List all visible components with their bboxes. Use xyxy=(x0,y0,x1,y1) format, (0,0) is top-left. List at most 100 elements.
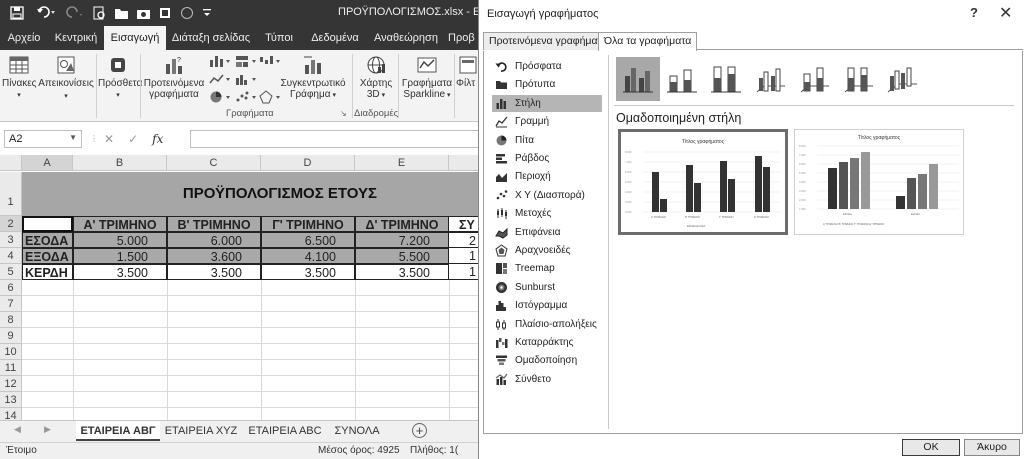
column-header-f[interactable] xyxy=(449,155,478,171)
addins-button[interactable]: Πρόσθετα ▾ xyxy=(98,54,142,101)
scatter-chart-icon[interactable] xyxy=(234,90,258,104)
line-chart-icon[interactable] xyxy=(208,72,232,86)
value-cell[interactable]: 3.500 xyxy=(261,264,355,280)
3d-stacked-column-subtype[interactable] xyxy=(792,57,836,101)
scroll-left-icon[interactable]: ◀ xyxy=(14,424,21,435)
row-header[interactable]: 3 xyxy=(0,232,22,248)
column-header-a[interactable]: A xyxy=(22,155,73,171)
select-all-corner[interactable] xyxy=(0,155,22,171)
recommended-charts-button[interactable]: ? Προτεινόμενα γραφήματα xyxy=(142,54,206,100)
charts-dialog-launcher[interactable]: ↘ xyxy=(340,109,347,118)
selected-cell-a2[interactable] xyxy=(22,216,73,232)
value-cell[interactable]: 1.500 xyxy=(73,248,167,264)
pivotchart-button[interactable]: Συγκεντρωτικό Γράφημα ▾ xyxy=(280,54,346,101)
row-header[interactable]: 14 xyxy=(0,408,22,420)
chart-category-item[interactable]: Χ Υ (Διασπορά) xyxy=(492,187,602,204)
sheet-tab-totals[interactable]: ΣΥΝΟΛΑ xyxy=(328,421,386,441)
value-cell[interactable]: 1 xyxy=(449,248,478,264)
chart-category-item[interactable]: Sunburst xyxy=(492,279,602,296)
row-label-cell[interactable]: ΕΞΟΔΑ xyxy=(22,248,73,264)
row-header[interactable]: 6 xyxy=(0,280,22,296)
row-header[interactable]: 2 xyxy=(0,216,22,232)
chart-category-item[interactable]: Πρότυπα xyxy=(492,76,602,93)
value-cell[interactable]: 6.000 xyxy=(167,232,261,248)
3d-stacked-100-column-subtype[interactable] xyxy=(836,57,880,101)
value-cell[interactable]: 3.500 xyxy=(73,264,167,280)
radar-chart-icon[interactable] xyxy=(258,90,282,104)
clustered-column-subtype[interactable] xyxy=(616,57,660,101)
value-cell[interactable]: 7.200 xyxy=(355,232,449,248)
value-cell[interactable]: 3.600 xyxy=(167,248,261,264)
chart-category-item[interactable]: Μετοχές xyxy=(492,205,602,222)
value-cell[interactable]: 5.000 xyxy=(73,232,167,248)
pie-chart-icon[interactable] xyxy=(208,90,232,104)
stacked-column-subtype[interactable] xyxy=(660,57,704,101)
waterfall-chart-icon[interactable] xyxy=(258,54,282,68)
value-cell[interactable]: 1 xyxy=(449,264,478,280)
tab-formulas[interactable]: Τύποι xyxy=(256,26,302,50)
sheet-tab-abc[interactable]: ΕΤΑΙΡΕΙΑ ΑΒC xyxy=(244,421,326,441)
confirm-icon[interactable]: ✓ xyxy=(128,132,138,146)
close-icon[interactable]: ✕ xyxy=(999,3,1012,23)
column-header-d[interactable]: D xyxy=(261,155,355,171)
chart-category-item[interactable]: Πρόσφατα xyxy=(492,58,602,75)
sheet-title-cell[interactable]: ΠΡΟΫΠΟΛΟΓΙΣΜΟΣ ΕΤΟΥΣ xyxy=(22,172,478,216)
row-header[interactable]: 10 xyxy=(0,344,22,360)
customize-qat-icon[interactable] xyxy=(200,4,214,22)
chart-category-item[interactable]: Ράβδος xyxy=(492,150,602,167)
tab-home[interactable]: Κεντρική xyxy=(48,26,104,50)
chart-category-item[interactable]: Πλαίσιο-απολήξεις xyxy=(492,316,602,333)
column-header-c[interactable]: C xyxy=(167,155,261,171)
scroll-right-icon[interactable]: ▶ xyxy=(44,424,51,435)
3d-column-subtype[interactable] xyxy=(880,57,924,101)
row-header[interactable]: 4 xyxy=(0,248,22,264)
row-header[interactable]: 1 xyxy=(0,172,22,216)
sparklines-button[interactable]: Γραφήματα Sparkline ▾ xyxy=(400,54,454,101)
statistic-chart-icon[interactable] xyxy=(234,72,258,86)
tables-button[interactable]: Πίνακες ▾ xyxy=(2,54,37,101)
chart-category-item[interactable]: Περιοχή xyxy=(492,168,602,185)
tab-review[interactable]: Αναθεώρηση xyxy=(368,26,444,50)
row-header[interactable]: 11 xyxy=(0,360,22,376)
value-cell[interactable]: 4.100 xyxy=(261,248,355,264)
chart-category-item[interactable]: Ομαδοποίηση xyxy=(492,352,602,369)
column-header-e[interactable]: E xyxy=(355,155,449,171)
redo-icon[interactable] xyxy=(64,4,86,22)
sheet-tab-abg[interactable]: ΕΤΑΙΡΕΙΑ ΑΒΓ xyxy=(76,421,160,441)
chart-category-item[interactable]: Πίτα xyxy=(492,132,602,149)
chart-preview-1[interactable]: Τίτλος γραφήματος 8.000 7.000 6.000 5.000 4.… xyxy=(618,129,788,235)
header-cell[interactable]: ΣΥ xyxy=(449,216,478,232)
header-cell[interactable]: Α' ΤΡΙΜΗΝΟ xyxy=(73,216,167,232)
chart-category-item[interactable]: Στήλη xyxy=(492,94,602,112)
tab-file[interactable]: Αρχείο xyxy=(0,26,48,50)
header-cell[interactable]: Β' ΤΡΙΜΗΝΟ xyxy=(167,216,261,232)
row-header[interactable]: 12 xyxy=(0,376,22,392)
tab-all-charts[interactable]: Όλα τα γραφήματα xyxy=(598,32,698,51)
row-header[interactable]: 5 xyxy=(0,264,22,280)
camera-icon[interactable] xyxy=(134,4,152,22)
illustrations-button[interactable]: Απεικονίσεις ▾ xyxy=(38,54,94,102)
cancel-button[interactable]: Άκυρο xyxy=(964,439,1020,456)
cancel-icon[interactable]: ✕ xyxy=(104,132,114,146)
row-label-cell[interactable]: ΕΣΟΔΑ xyxy=(22,232,73,248)
print-preview-icon[interactable] xyxy=(90,4,108,22)
tab-page-layout[interactable]: Διάταξη σελίδας xyxy=(166,26,256,50)
value-cell[interactable]: 3.500 xyxy=(167,264,261,280)
chart-category-item[interactable]: Σύνθετο xyxy=(492,371,602,388)
row-header[interactable]: 13 xyxy=(0,392,22,408)
chart-category-item[interactable]: Ιστόγραμμα xyxy=(492,297,602,314)
value-cell[interactable]: 6.500 xyxy=(261,232,355,248)
tab-insert[interactable]: Εισαγωγή xyxy=(104,26,166,50)
chart-category-item[interactable]: Γραμμή xyxy=(492,113,602,130)
tab-view[interactable]: Προβ xyxy=(448,26,478,50)
row-header[interactable]: 7 xyxy=(0,296,22,312)
chart-category-item[interactable]: Καταρράκτης xyxy=(492,334,602,351)
hierarchy-chart-icon[interactable] xyxy=(234,54,258,68)
formula-input[interactable] xyxy=(190,130,478,148)
chart-category-item[interactable]: Αραχνοειδές xyxy=(492,242,602,259)
circle-icon[interactable] xyxy=(178,4,196,22)
row-label-cell[interactable]: ΚΕΡΔΗ xyxy=(22,264,73,280)
undo-icon[interactable] xyxy=(34,4,60,22)
value-cell[interactable]: 3.500 xyxy=(355,264,449,280)
chart-preview-2[interactable]: Τίτλος γραφήματος 8.000 7.000 6.000 5.000 4.… xyxy=(794,129,964,235)
